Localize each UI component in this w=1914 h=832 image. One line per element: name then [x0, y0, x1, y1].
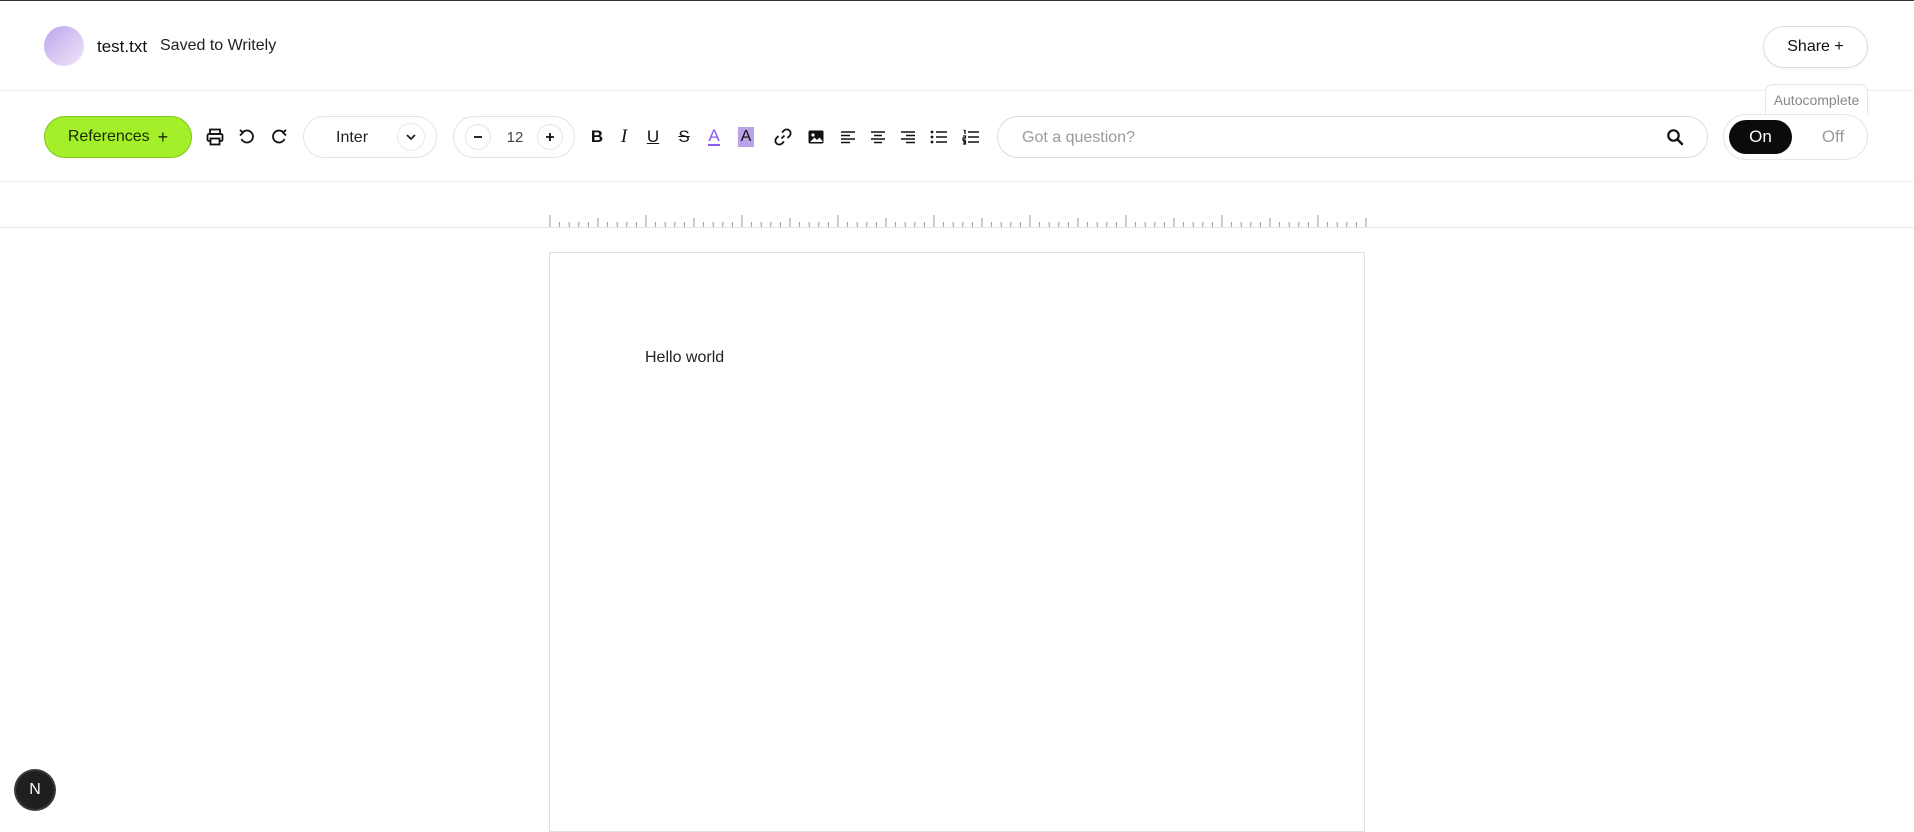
document-body-text[interactable]: Hello world: [645, 349, 724, 367]
document-filename[interactable]: test.txt: [97, 37, 147, 57]
question-search-bar: [997, 116, 1708, 158]
search-icon[interactable]: [1666, 128, 1684, 151]
font-size-stepper: 12: [453, 116, 575, 158]
n-badge-icon[interactable]: N: [16, 771, 54, 809]
question-input[interactable]: [1022, 127, 1642, 149]
link-icon[interactable]: [770, 124, 796, 150]
references-plus-icon: +: [157, 126, 169, 147]
text-color-icon[interactable]: A: [701, 124, 727, 150]
underline-icon[interactable]: U: [640, 124, 666, 150]
bullet-list-icon[interactable]: [926, 124, 952, 150]
autocomplete-off-option[interactable]: Off: [1804, 120, 1862, 154]
font-family-select[interactable]: Inter: [303, 116, 437, 158]
avatar[interactable]: [44, 26, 84, 66]
ruler: [549, 215, 1367, 227]
bold-icon[interactable]: B: [584, 124, 610, 150]
highlight-icon[interactable]: A: [733, 124, 759, 150]
autocomplete-toggle: On Off: [1723, 114, 1868, 160]
print-icon[interactable]: [202, 124, 228, 150]
numbered-list-icon[interactable]: [958, 124, 984, 150]
minus-icon[interactable]: [465, 124, 491, 150]
undo-icon[interactable]: [234, 124, 260, 150]
chevron-down-icon[interactable]: [397, 123, 425, 151]
align-left-icon[interactable]: [835, 124, 861, 150]
image-icon[interactable]: [803, 124, 829, 150]
autocomplete-on-option[interactable]: On: [1729, 120, 1792, 154]
autocomplete-label: Autocomplete: [1765, 84, 1868, 114]
n-badge-label: N: [29, 781, 41, 798]
save-status: Saved to Writely: [160, 37, 277, 54]
align-center-icon[interactable]: [865, 124, 891, 150]
editor-toolbar: References + Inter 12 B I U S A A Got a …: [0, 84, 1914, 182]
plus-icon[interactable]: [537, 124, 563, 150]
app-header: test.txt Saved to Writely Share +: [0, 1, 1914, 91]
strikethrough-icon[interactable]: S: [671, 124, 697, 150]
document-page[interactable]: Hello world: [549, 252, 1365, 832]
font-size-value[interactable]: 12: [502, 129, 528, 146]
redo-icon[interactable]: [266, 124, 292, 150]
font-family-value: Inter: [336, 129, 369, 146]
share-button-label: Share +: [1787, 38, 1844, 55]
italic-icon[interactable]: I: [611, 124, 637, 150]
align-right-icon[interactable]: [895, 124, 921, 150]
share-button[interactable]: Share +: [1763, 26, 1868, 68]
references-button-label: References: [67, 128, 150, 145]
references-button[interactable]: References +: [44, 116, 192, 158]
